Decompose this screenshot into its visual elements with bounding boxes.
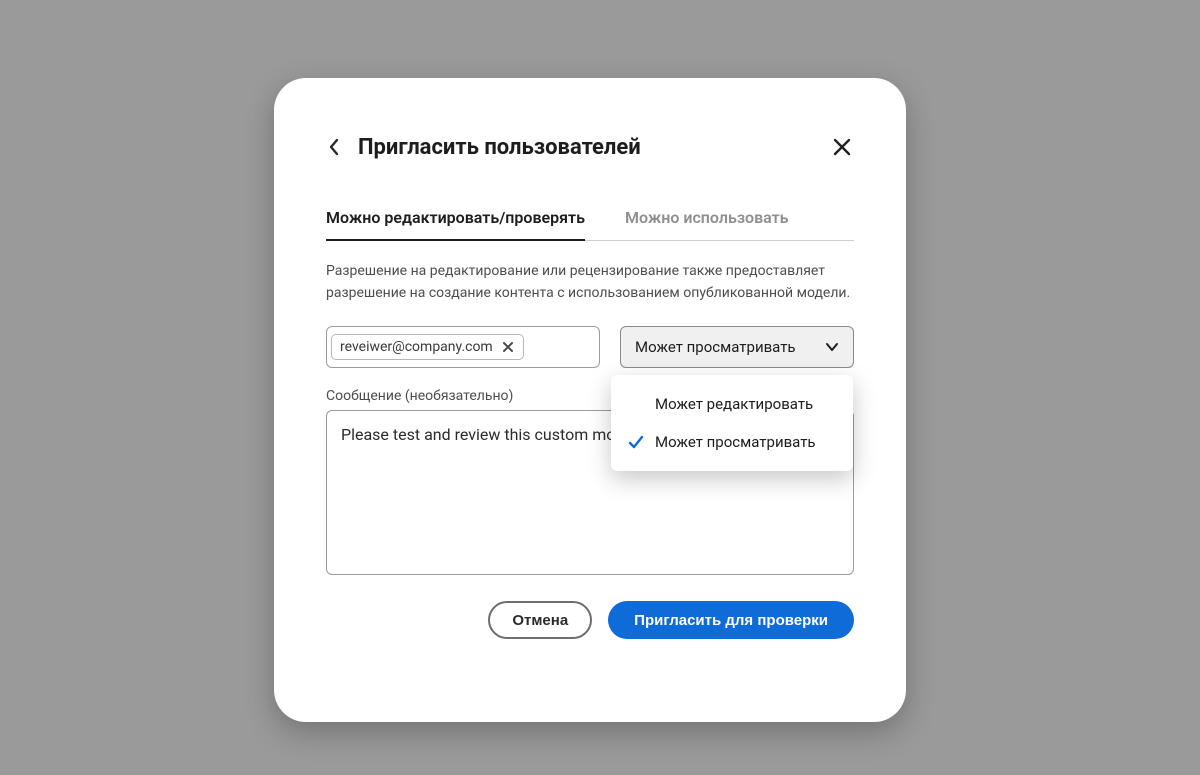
app-backdrop: Пригласить пользователей Можно редактиро… — [0, 0, 1200, 775]
permission-tabs: Можно редактировать/проверять Можно испо… — [326, 208, 854, 241]
permission-select[interactable]: Может просматривать Может редактировать … — [620, 326, 854, 368]
close-button[interactable] — [830, 135, 854, 159]
cancel-button[interactable]: Отмена — [488, 601, 592, 639]
permission-option-label: Может редактировать — [655, 395, 813, 413]
permission-dropdown: Может редактировать Может просматривать — [611, 375, 853, 471]
recipients-input[interactable]: reveiwer@company.com — [326, 326, 600, 368]
permission-select-label: Может просматривать — [635, 338, 796, 356]
permission-option-edit[interactable]: Может редактировать — [611, 385, 853, 423]
permission-option-label: Может просматривать — [655, 433, 816, 451]
remove-recipient-button[interactable] — [501, 340, 515, 354]
recipient-chip-label: reveiwer@company.com — [340, 339, 493, 355]
recipients-row: reveiwer@company.com Может просматривать… — [326, 326, 854, 368]
dialog-title: Пригласить пользователей — [358, 135, 641, 160]
invite-button[interactable]: Пригласить для проверки — [608, 601, 854, 639]
permission-description: Разрешение на редактирование или рецензи… — [326, 261, 854, 304]
close-icon — [832, 137, 852, 157]
dialog-title-wrap: Пригласить пользователей — [326, 135, 641, 160]
tab-can-use[interactable]: Можно использовать — [625, 208, 789, 240]
chevron-down-icon — [825, 340, 839, 354]
close-icon — [502, 341, 514, 353]
option-check-slot — [627, 434, 645, 450]
invite-users-dialog: Пригласить пользователей Можно редактиро… — [274, 78, 906, 722]
permission-option-view[interactable]: Может просматривать — [611, 423, 853, 461]
chevron-left-icon — [328, 138, 342, 156]
dialog-header: Пригласить пользователей — [326, 130, 854, 164]
check-icon — [628, 434, 644, 450]
dialog-actions: Отмена Пригласить для проверки — [326, 601, 854, 639]
back-button[interactable] — [326, 138, 344, 156]
recipient-chip: reveiwer@company.com — [331, 334, 524, 360]
tab-edit-review[interactable]: Можно редактировать/проверять — [326, 208, 585, 241]
